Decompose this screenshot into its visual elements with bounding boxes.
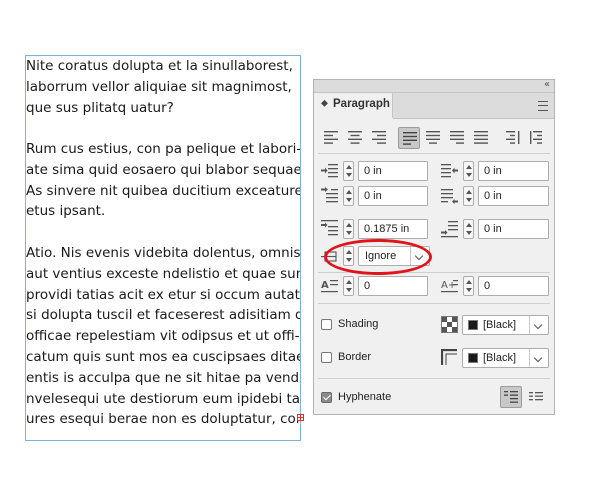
black-swatch-icon (468, 353, 478, 363)
chevron-updown-icon[interactable]: ⬥ (321, 98, 328, 109)
double-chevron-right-icon[interactable]: ‹‹ (544, 79, 550, 90)
justify-last-center-icon (426, 131, 440, 144)
text-line: nvelesequi ute destiorum eum ipidebi tat… (26, 390, 301, 407)
text-line: ate sima quid eosaero qui blabor sequae. (26, 161, 301, 178)
overset-text-icon[interactable] (297, 414, 304, 421)
drop-cap-characters-stepper[interactable] (463, 276, 474, 296)
first-line-indent-icon (321, 187, 338, 203)
text-line: As sinvere nit quibea ducitium exceature (26, 182, 301, 199)
space-after-stepper[interactable] (463, 219, 474, 239)
divider (318, 153, 550, 154)
divider (318, 303, 550, 304)
text-line: officae repelestiam vit odipsus et ut of… (26, 328, 300, 345)
shading-color-value: [Black] (483, 319, 517, 331)
right-indent-icon (441, 164, 458, 178)
chevron-down-icon[interactable] (529, 316, 548, 334)
drop-cap-lines-stepper[interactable] (343, 276, 354, 296)
text-line: si dolupta tuscil et faceserest adisitia… (26, 307, 301, 324)
align-left-icon (324, 131, 338, 144)
space-after-icon (441, 221, 458, 238)
text-line: que sus plitatq uatur? (26, 99, 174, 116)
text-line: ures esequi berae non es doluptatur, con (26, 411, 301, 428)
space-before-stepper[interactable] (343, 219, 354, 239)
space-before-icon (321, 220, 338, 236)
hyphenate-label: Hyphenate (338, 391, 392, 403)
text-line: etus ipsant. (26, 203, 106, 220)
left-indent-stepper[interactable] (343, 161, 354, 181)
right-indent-stepper[interactable] (463, 161, 474, 181)
last-line-right-indent-stepper[interactable] (463, 186, 474, 206)
border-checkbox[interactable] (321, 352, 332, 363)
divider (318, 378, 550, 379)
align-right-icon (372, 131, 386, 144)
svg-text:A+: A+ (441, 280, 456, 291)
paragraph-composer-icon (504, 391, 518, 403)
shading-swatch-icon (441, 316, 458, 333)
text-line: Atio. Nis evenis videbita dolentus, omni… (26, 245, 301, 261)
space-before-input[interactable]: 0.1875 in (358, 219, 428, 239)
align-away-from-spine-button[interactable] (526, 127, 548, 149)
align-left-button[interactable] (320, 127, 342, 149)
shading-label: Shading (338, 318, 379, 330)
paragraph-2: Rum cus estius, con pa pelique et labori… (26, 139, 301, 222)
drop-cap-characters-icon: A+ (441, 280, 458, 293)
text-line: providi tatias acit ex etur si occum aut… (26, 286, 301, 303)
drop-cap-lines-input[interactable]: 0 (358, 276, 428, 296)
border-label: Border (338, 351, 372, 363)
left-indent-input[interactable]: 0 in (358, 161, 428, 181)
justify-last-right-button[interactable] (446, 127, 468, 149)
panel-menu-icon[interactable] (538, 101, 548, 111)
tab-strip (393, 93, 554, 119)
text-line: entis is acculpa que ne sit hitae pa ven… (26, 369, 301, 386)
drop-cap-characters-input[interactable]: 0 (478, 276, 549, 296)
svg-text:A: A (321, 280, 329, 291)
border-color-value: [Black] (483, 352, 517, 364)
black-swatch-icon (468, 320, 478, 330)
border-color-select[interactable]: [Black] (462, 348, 549, 368)
text-frame[interactable]: Nite coratus dolupta et la sinullaborest… (25, 55, 301, 441)
last-line-right-indent-input[interactable]: 0 in (478, 186, 549, 206)
panel-title-bar[interactable]: ‹‹ (314, 79, 554, 93)
align-away-from-spine-icon (530, 131, 542, 144)
right-indent-input[interactable]: 0 in (478, 161, 549, 181)
justify-last-left-icon (403, 132, 417, 145)
paragraph-1: Nite coratus dolupta et la sinullaborest… (26, 56, 300, 118)
align-center-button[interactable] (344, 127, 366, 149)
justify-last-right-icon (450, 131, 464, 144)
single-line-composer-icon (529, 392, 543, 401)
align-center-icon (348, 131, 362, 144)
last-line-right-indent-icon (441, 189, 458, 204)
space-after-input[interactable]: 0 in (478, 219, 549, 239)
left-indent-icon (321, 164, 338, 178)
first-line-indent-stepper[interactable] (343, 186, 354, 206)
justify-last-center-button[interactable] (422, 127, 444, 149)
align-towards-spine-icon (506, 131, 520, 144)
highlight-ellipse (324, 239, 432, 275)
hyphenate-checkbox[interactable] (321, 392, 332, 403)
tab-paragraph[interactable]: ⬥ Paragraph (314, 93, 393, 118)
adobe-single-line-composer-button[interactable] (526, 386, 548, 408)
adobe-paragraph-composer-button[interactable] (500, 386, 522, 408)
justify-all-icon (474, 131, 488, 144)
shading-checkbox[interactable] (321, 319, 332, 330)
paragraph-border-icon (441, 349, 457, 365)
text-line: aut ventius exceste ndelistio et quae su… (26, 265, 301, 282)
justify-last-left-button[interactable] (398, 127, 420, 149)
tab-label: Paragraph (333, 98, 390, 110)
shading-color-select[interactable]: [Black] (462, 315, 549, 335)
drop-cap-lines-icon: A (321, 280, 338, 293)
paragraph-3: Atio. Nis evenis videbita dolentus, omni… (26, 243, 301, 430)
text-line: Rum cus estius, con pa pelique et labori… (26, 141, 301, 157)
text-line: Nite coratus dolupta et la sinullaborest… (26, 58, 293, 74)
align-right-button[interactable] (368, 127, 390, 149)
text-line: catum quis sunt mos ea cuscipsaes ditae (26, 348, 301, 365)
first-line-indent-input[interactable]: 0 in (358, 186, 428, 206)
align-towards-spine-button[interactable] (502, 127, 524, 149)
text-line: laborrum vellor aliquiae sit magnimost, (26, 78, 292, 95)
justify-all-button[interactable] (470, 127, 492, 149)
chevron-down-icon[interactable] (529, 349, 548, 367)
